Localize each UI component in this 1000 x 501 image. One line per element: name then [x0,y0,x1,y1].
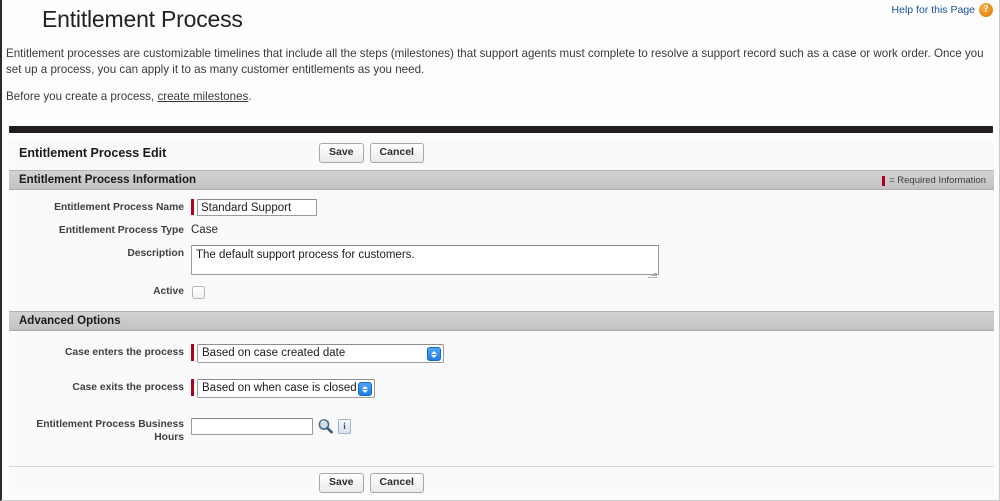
section-title: Entitlement Process Information [19,174,197,186]
help-for-this-page-link[interactable]: Help for this Page [892,4,975,16]
field-row-case-enters: Case enters the process Based on case cr… [9,343,994,364]
description-textarea-wrapper: The default support process for customer… [191,245,659,280]
stepper-arrows-icon[interactable] [358,382,372,396]
value-process-name [191,198,317,216]
process-type-value: Case [191,224,218,236]
field-row-process-type: Entitlement Process Type Case [9,221,994,242]
field-row-case-exits: Case exits the process Based on when cas… [9,378,994,399]
value-case-enters: Based on case created date [191,343,444,363]
top-button-group: Save Cancel [319,143,424,163]
save-button-top[interactable]: Save [319,143,364,163]
form-footer-bar: Save Cancel [9,467,994,495]
required-marker-icon [882,175,886,186]
value-business-hours: i [191,417,351,435]
info-icon: i [338,419,351,434]
value-process-type: Case [191,221,218,236]
label-case-enters: Case enters the process [64,347,184,358]
magnifying-glass-icon [318,419,333,434]
create-milestones-link[interactable]: create milestones [157,90,248,103]
section-title: Advanced Options [19,315,121,327]
label-description: Description [127,248,184,259]
entitlement-process-edit-form: Entitlement Process Edit Save Cancel Ent… [9,140,994,495]
help-question-icon[interactable]: ? [979,3,993,17]
business-hours-lookup-button[interactable] [317,418,334,435]
intro-paragraph-2: Before you create a process, create mile… [6,89,994,105]
intro-text: Entitlement processes are customizable t… [6,46,994,116]
case-exits-select[interactable]: Based on when case is closed [197,379,375,398]
entitlement-process-page: Help for this Page ? Entitlement Process… [0,0,1000,501]
process-information-fields: Entitlement Process Name Entitlement Pro… [9,190,994,311]
label-business-hours: Entitlement Process Business Hours [36,419,184,443]
intro-paragraph-1: Entitlement processes are customizable t… [6,47,984,76]
required-marker-icon [191,199,194,215]
page-title: Entitlement Process [42,6,243,32]
required-marker-icon [191,379,194,396]
value-description: The default support process for customer… [191,244,659,280]
form-title: Entitlement Process Edit [19,146,167,160]
field-row-business-hours: Entitlement Process Business Hours i [9,417,994,444]
label-case-exits: Case exits the process [72,382,184,393]
form-header-bar: Entitlement Process Edit Save Cancel [9,140,994,170]
value-case-exits: Based on when case is closed [191,378,375,398]
case-enters-select[interactable]: Based on case created date [197,344,444,363]
header-rule-divider [9,126,993,133]
description-textarea[interactable]: The default support process for customer… [191,245,659,275]
case-exits-selected-value: Based on when case is closed [202,382,357,394]
field-row-description: Description The default support process … [9,244,994,280]
business-hours-info-button[interactable]: i [338,418,351,434]
required-legend-label: = Required Information [889,175,986,186]
section-header-advanced-options: Advanced Options [9,311,994,331]
bottom-button-group: Save Cancel [319,473,424,493]
field-row-process-name: Entitlement Process Name [9,198,994,219]
stepper-arrows-icon[interactable] [427,347,441,361]
case-enters-selected-value: Based on case created date [202,347,346,359]
label-process-name: Entitlement Process Name [54,202,184,213]
business-hours-input[interactable] [191,418,313,435]
save-button-bottom[interactable]: Save [319,473,364,493]
value-active [191,282,205,299]
label-process-type: Entitlement Process Type [58,225,184,236]
required-information-legend: = Required Information [882,175,986,186]
intro-prefix: Before you create a process, [6,90,158,103]
required-marker-icon [191,344,194,361]
advanced-options-fields: Case enters the process Based on case cr… [9,331,994,452]
active-checkbox[interactable] [192,286,205,299]
intro-suffix: . [248,90,252,103]
cancel-button-top[interactable]: Cancel [369,143,424,163]
cancel-button-bottom[interactable]: Cancel [369,473,424,493]
process-name-input[interactable] [197,199,317,216]
section-header-process-information: Entitlement Process Information = Requir… [9,170,994,190]
help-bar: Help for this Page ? [892,3,993,17]
field-row-active: Active [9,282,994,303]
label-active: Active [153,286,184,297]
